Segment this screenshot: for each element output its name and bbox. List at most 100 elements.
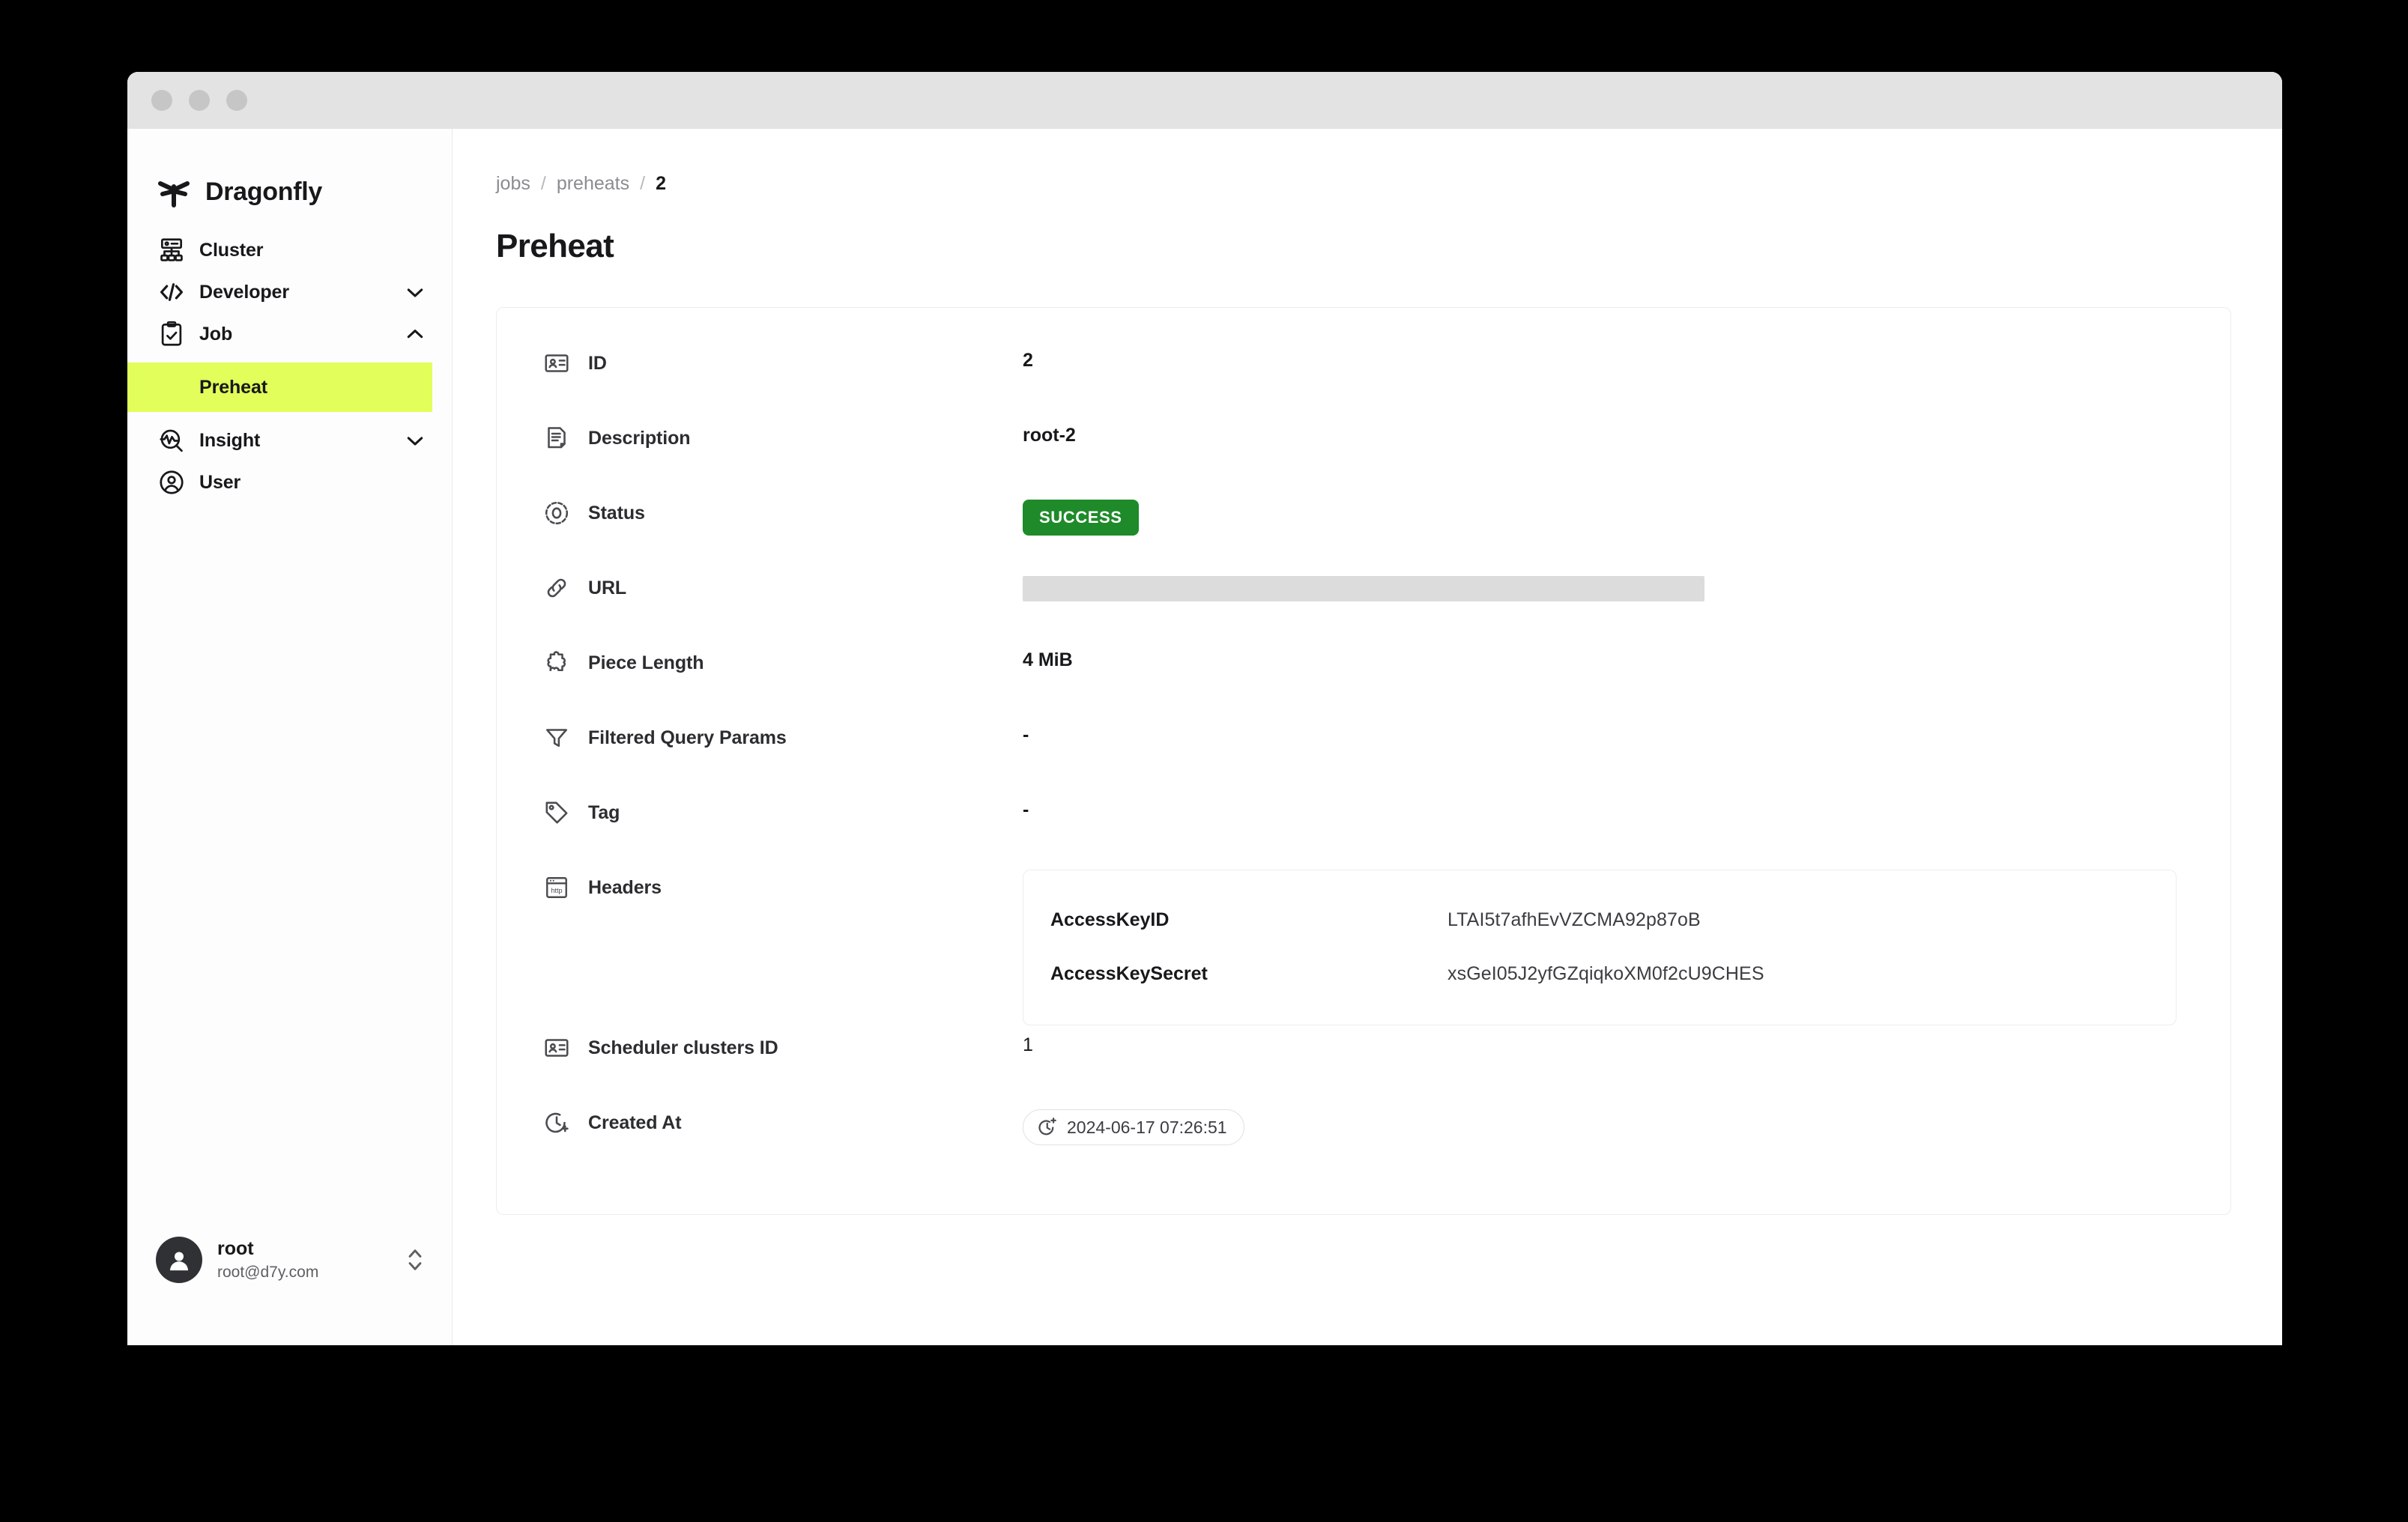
link-icon [543, 574, 570, 601]
sidebar-item-insight[interactable]: Insight [127, 419, 452, 461]
detail-row-tag: Tag - [497, 790, 2230, 865]
sidebar-nav: Cluster Developer Job Preheat Insight Us… [127, 229, 452, 503]
detail-label-text: Scheduler clusters ID [588, 1037, 778, 1058]
breadcrumb-separator: / [540, 172, 546, 194]
breadcrumb-item-current: 2 [656, 172, 666, 194]
detail-label: Scheduler clusters ID [543, 1025, 1023, 1061]
detail-label-text: Status [588, 502, 645, 524]
sidebar-item-label: Developer [199, 281, 289, 303]
chevron-up-down-icon[interactable] [405, 1245, 425, 1275]
detail-value-text: - [1023, 724, 1029, 745]
profile-text: root root@d7y.com [217, 1238, 390, 1282]
detail-label: Created At [543, 1100, 1023, 1136]
page-title: Preheat [496, 228, 614, 264]
detail-value: root-2 [1023, 416, 2230, 446]
header-value: LTAI5t7afhEvVZCMA92p87oB [1447, 909, 1701, 930]
detail-row-status: Status SUCCESS [497, 491, 2230, 566]
breadcrumb-item-jobs[interactable]: jobs [496, 173, 530, 195]
detail-value-text: root-2 [1023, 425, 1076, 446]
detail-label-text: Headers [588, 876, 662, 898]
id-card-icon [543, 1034, 570, 1061]
tag-icon [543, 799, 570, 826]
detail-value: 2 [1023, 341, 2230, 372]
sidebar-item-label: Cluster [199, 239, 264, 261]
detail-value: AccessKeyID LTAI5t7afhEvVZCMA92p87oB Acc… [1023, 865, 2230, 1025]
detail-label-text: ID [588, 352, 607, 374]
created-at-text: 2024-06-17 07:26:51 [1067, 1117, 1227, 1137]
detail-value-text: 2 [1023, 350, 1033, 371]
user-circle-icon [157, 468, 186, 497]
detail-value-text: - [1023, 799, 1029, 820]
funnel-icon [543, 724, 570, 751]
profile-email: root@d7y.com [217, 1264, 319, 1281]
detail-row-headers: http Headers AccessKeyID LTAI5t7afhEvVZC… [497, 865, 2230, 1025]
close-window-button[interactable] [151, 90, 172, 111]
detail-row-url: URL [497, 566, 2230, 640]
detail-label-text: Created At [588, 1112, 682, 1133]
detail-value: 1 [1023, 1025, 2230, 1056]
detail-label: Description [543, 416, 1023, 452]
sidebar-item-job[interactable]: Job [127, 313, 452, 355]
main-content: jobs / preheats / 2 Preheat ID 2 Descrip… [453, 129, 2282, 1345]
chevron-down-icon[interactable] [404, 429, 426, 452]
breadcrumb-separator: / [640, 172, 646, 194]
id-card-icon [543, 350, 570, 377]
detail-row-piece-length: Piece Length 4 MiB [497, 640, 2230, 715]
detail-label-text: Tag [588, 801, 620, 823]
sidebar-item-developer[interactable]: Developer [127, 271, 452, 313]
chevron-down-icon[interactable] [404, 281, 426, 303]
detail-row-created-at: Created At 2024-06-17 07:26:51 [497, 1100, 2230, 1175]
breadcrumb: jobs / preheats / 2 [496, 171, 2231, 196]
detail-label: Filtered Query Params [543, 715, 1023, 751]
user-profile-switcher[interactable]: root root@d7y.com [127, 1215, 452, 1305]
detail-label: URL [543, 566, 1023, 601]
brand[interactable]: Dragonfly [127, 129, 452, 216]
detail-label: ID [543, 341, 1023, 377]
document-icon [543, 425, 570, 452]
sidebar-item-cluster[interactable]: Cluster [127, 229, 452, 271]
clipboard-check-icon [157, 320, 186, 348]
brand-name: Dragonfly [205, 177, 322, 206]
sidebar-item-label: Job [199, 323, 233, 345]
sidebar-item-user[interactable]: User [127, 461, 452, 503]
dragonfly-logo-icon [156, 174, 192, 210]
sidebar-item-preheat[interactable]: Preheat [127, 363, 432, 412]
sidebar-item-label: User [199, 471, 241, 493]
app-shell: Dragonfly Cluster Developer Job Preheat … [127, 129, 2282, 1345]
header-key: AccessKeyID [1050, 909, 1170, 930]
detail-value [1023, 566, 2230, 601]
chevron-up-icon[interactable] [404, 323, 426, 345]
detail-row-scheduler-clusters-id: Scheduler clusters ID 1 [497, 1025, 2230, 1100]
puzzle-piece-icon [543, 649, 570, 676]
table-row: AccessKeyID LTAI5t7afhEvVZCMA92p87oB [1023, 893, 2176, 947]
detail-row-id: ID 2 [497, 341, 2230, 416]
detail-row-description: Description root-2 [497, 416, 2230, 491]
sidebar: Dragonfly Cluster Developer Job Preheat … [127, 129, 453, 1345]
status-circle-icon [543, 500, 570, 527]
profile-name: root [217, 1238, 254, 1259]
header-value: xsGeI05J2yfGZqiqkoXM0f2cU9CHES [1447, 962, 1764, 984]
maximize-window-button[interactable] [226, 90, 247, 111]
url-redacted-bar [1023, 576, 1704, 601]
clock-plus-icon [1037, 1117, 1058, 1138]
breadcrumb-item-preheats[interactable]: preheats [557, 173, 629, 195]
detail-value: - [1023, 790, 2230, 821]
avatar [156, 1237, 202, 1283]
detail-label: Piece Length [543, 640, 1023, 676]
minimize-window-button[interactable] [189, 90, 210, 111]
svg-text:http: http [551, 887, 562, 894]
detail-label: Status [543, 491, 1023, 527]
detail-label: Tag [543, 790, 1023, 826]
header-key: AccessKeySecret [1050, 962, 1208, 984]
detail-value: SUCCESS [1023, 491, 2230, 536]
code-icon [157, 278, 186, 306]
http-window-icon: http [543, 874, 570, 901]
detail-value: - [1023, 715, 2230, 746]
headers-table: AccessKeyID LTAI5t7afhEvVZCMA92p87oB Acc… [1023, 870, 2176, 1025]
detail-label: http Headers [543, 865, 1023, 901]
detail-value: 4 MiB [1023, 640, 2230, 671]
detail-label-text: Description [588, 427, 691, 449]
detail-value-text: 1 [1023, 1034, 1033, 1055]
created-at-chip: 2024-06-17 07:26:51 [1023, 1109, 1244, 1145]
